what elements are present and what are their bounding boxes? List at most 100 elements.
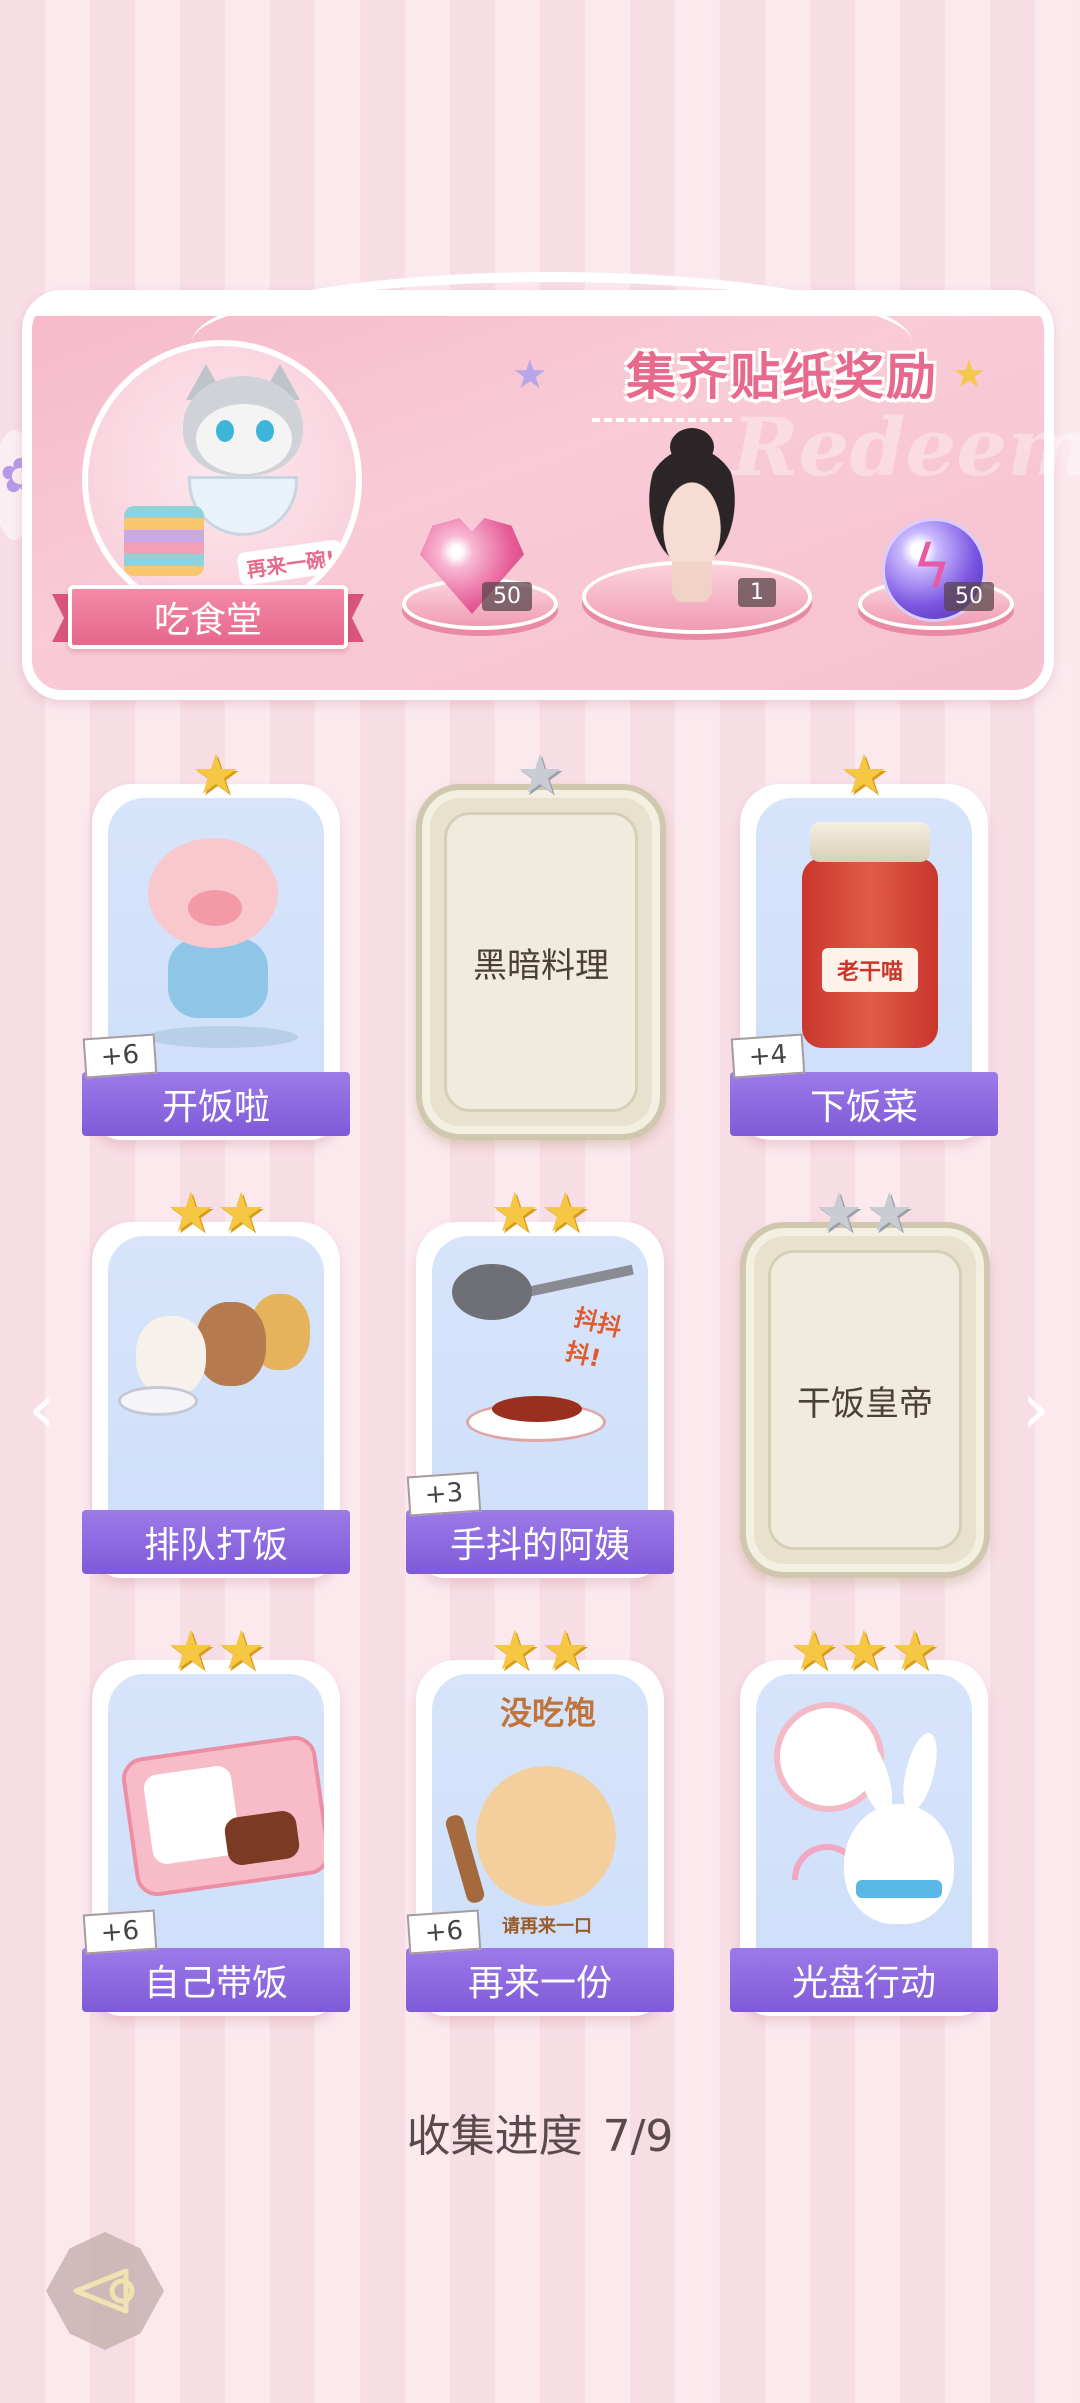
lavender-star-icon: ★ (512, 352, 548, 398)
cat-eye (216, 420, 234, 442)
gold-star-icon: ★ (952, 352, 987, 396)
banner-watermark: Redeem (732, 400, 1080, 494)
reward-count: 50 (944, 582, 994, 611)
star-icon: ★ (166, 1619, 215, 1682)
sticker-label: 排队打饭 (82, 1510, 350, 1574)
star-icon: ★ (490, 1619, 539, 1682)
sticker-label: 开饭啦 (82, 1072, 350, 1136)
reward-count: 50 (482, 582, 532, 611)
star-rating: ★ (734, 748, 994, 802)
raccoon (196, 1302, 266, 1386)
bonus-tag: +6 (82, 1033, 158, 1079)
sticker-art (756, 1674, 972, 1950)
sticker-card-xiafancai[interactable]: 老干喵 下饭菜 +4 ★ (730, 748, 998, 1140)
stacked-bowls (124, 506, 204, 576)
back-button[interactable] (46, 2232, 164, 2350)
progress-label: 收集进度 (406, 2111, 583, 2162)
shadow (148, 1026, 298, 1048)
sticker-card-zailaiyifen[interactable]: 没吃饱 请再来一口 再来一份 +6 ★ ★ (406, 1624, 674, 2016)
pig-body (168, 938, 268, 1018)
collection-progress: 收集进度 7/9 (0, 2100, 1080, 2164)
braised-pork (492, 1396, 582, 1422)
sticker-card-kaifanla[interactable]: 开饭啦 +6 ★ (82, 748, 350, 1140)
sticker-card-locked-heian[interactable]: 黑暗料理 ★ (410, 748, 670, 1140)
sticker-card: 排队打饭 (82, 1222, 350, 1578)
bunny-ear (896, 1729, 944, 1815)
banner-title: 集齐贴纸奖励 (626, 348, 938, 406)
star-icon: ★ (191, 743, 241, 806)
rice-bowl (188, 476, 298, 536)
sticker-card: 开饭啦 +6 (82, 784, 350, 1140)
sticker-card: 抖抖抖! 手抖的阿姨 +3 (406, 1222, 674, 1578)
jar-label: 老干喵 (822, 948, 918, 992)
woman-portrait-avatar[interactable] (642, 448, 742, 578)
star-icon: ★ (490, 1181, 539, 1244)
reward-banner: Redeem ★ 集齐贴纸奖励 ★ 再来一碗! 吃食堂 ϟ 50 1 50 (22, 272, 1080, 700)
star-rating: ★ (410, 748, 670, 802)
star-icon: ★ (789, 1619, 838, 1682)
star-icon: ★ (839, 1619, 889, 1682)
locked-card: 干饭皇帝 (740, 1222, 990, 1578)
star-icon: ★ (541, 1181, 590, 1244)
sticker-label: 下饭菜 (730, 1072, 998, 1136)
art-text: 抖抖抖! (562, 1303, 625, 1374)
star-icon: ★ (515, 743, 565, 806)
sticker-label: 光盘行动 (730, 1948, 998, 2012)
sticker-art (108, 1674, 324, 1950)
sticker-art: 老干喵 (756, 798, 972, 1074)
sticker-card-zijidaifan[interactable]: 自己带饭 +6 ★ ★ (82, 1624, 350, 2016)
reward-count: 1 (738, 578, 776, 607)
jar-lid (810, 822, 930, 862)
banner-title-wrap: 集齐贴纸奖励 (552, 338, 1012, 408)
cat-face (196, 404, 292, 474)
progress-value: 7/9 (602, 2111, 674, 2162)
art-text: 请再来一口 (502, 1916, 592, 1937)
star-icon: ★ (839, 743, 889, 806)
sticker-card: 自己带饭 +6 (82, 1660, 350, 2016)
next-page-arrow-icon[interactable]: › (1016, 1368, 1056, 1448)
sticker-art (108, 798, 324, 1074)
star-rating: ★ ★ (410, 1624, 670, 1678)
sticker-label: 自己带饭 (82, 1948, 350, 2012)
ladle (452, 1264, 532, 1320)
bonus-tag: +6 (82, 1909, 158, 1955)
collection-avatar[interactable]: 再来一碗! (82, 340, 362, 620)
bonus-tag: +3 (406, 1471, 482, 1517)
star-rating: ★ ★ (86, 1186, 346, 1240)
star-icon: ★ (890, 1619, 939, 1682)
dashed-line (592, 418, 732, 422)
white-cat (136, 1316, 206, 1396)
star-rating: ★ ★ (734, 1186, 994, 1240)
sticker-card: 没吃饱 请再来一口 再来一份 +6 (406, 1660, 674, 2016)
sticker-art (108, 1236, 324, 1512)
sticker-card: 老干喵 下饭菜 +4 (730, 784, 998, 1140)
bonus-tag: +6 (406, 1909, 482, 1955)
avatar-tag: 再来一碗! (236, 538, 345, 587)
previous-page-arrow-icon[interactable]: ‹ (22, 1368, 62, 1448)
star-icon: ★ (814, 1181, 863, 1244)
bonus-tag: +4 (730, 1033, 806, 1079)
plate (118, 1386, 198, 1416)
sticker-card-shoudou[interactable]: 抖抖抖! 手抖的阿姨 +3 ★ ★ (406, 1186, 674, 1578)
star-icon: ★ (217, 1181, 266, 1244)
star-icon: ★ (541, 1619, 590, 1682)
sticker-card-paidui[interactable]: 排队打饭 ★ ★ (82, 1186, 350, 1578)
hamster (476, 1766, 616, 1906)
star-rating: ★ ★ (86, 1624, 346, 1678)
sticker-art: 没吃饱 请再来一口 (432, 1674, 648, 1950)
star-icon: ★ (166, 1181, 215, 1244)
locked-card: 黑暗料理 (416, 784, 666, 1140)
scarf (856, 1880, 942, 1898)
star-icon: ★ (865, 1181, 914, 1244)
sticker-card-locked-ganfan[interactable]: 干饭皇帝 ★ ★ (734, 1186, 994, 1578)
sticker-card-guangpan[interactable]: 光盘行动 ★ ★ ★ (730, 1624, 998, 2016)
banner-arch (192, 272, 912, 342)
star-rating: ★ ★ ★ (734, 1624, 994, 1678)
collection-name: 吃食堂 (68, 585, 348, 649)
bunny (844, 1804, 954, 1924)
ladle-handle (524, 1264, 634, 1298)
star-rating: ★ ★ (410, 1186, 670, 1240)
star-rating: ★ (86, 748, 346, 802)
avatar-neck (672, 562, 712, 602)
cat-eye (256, 420, 274, 442)
